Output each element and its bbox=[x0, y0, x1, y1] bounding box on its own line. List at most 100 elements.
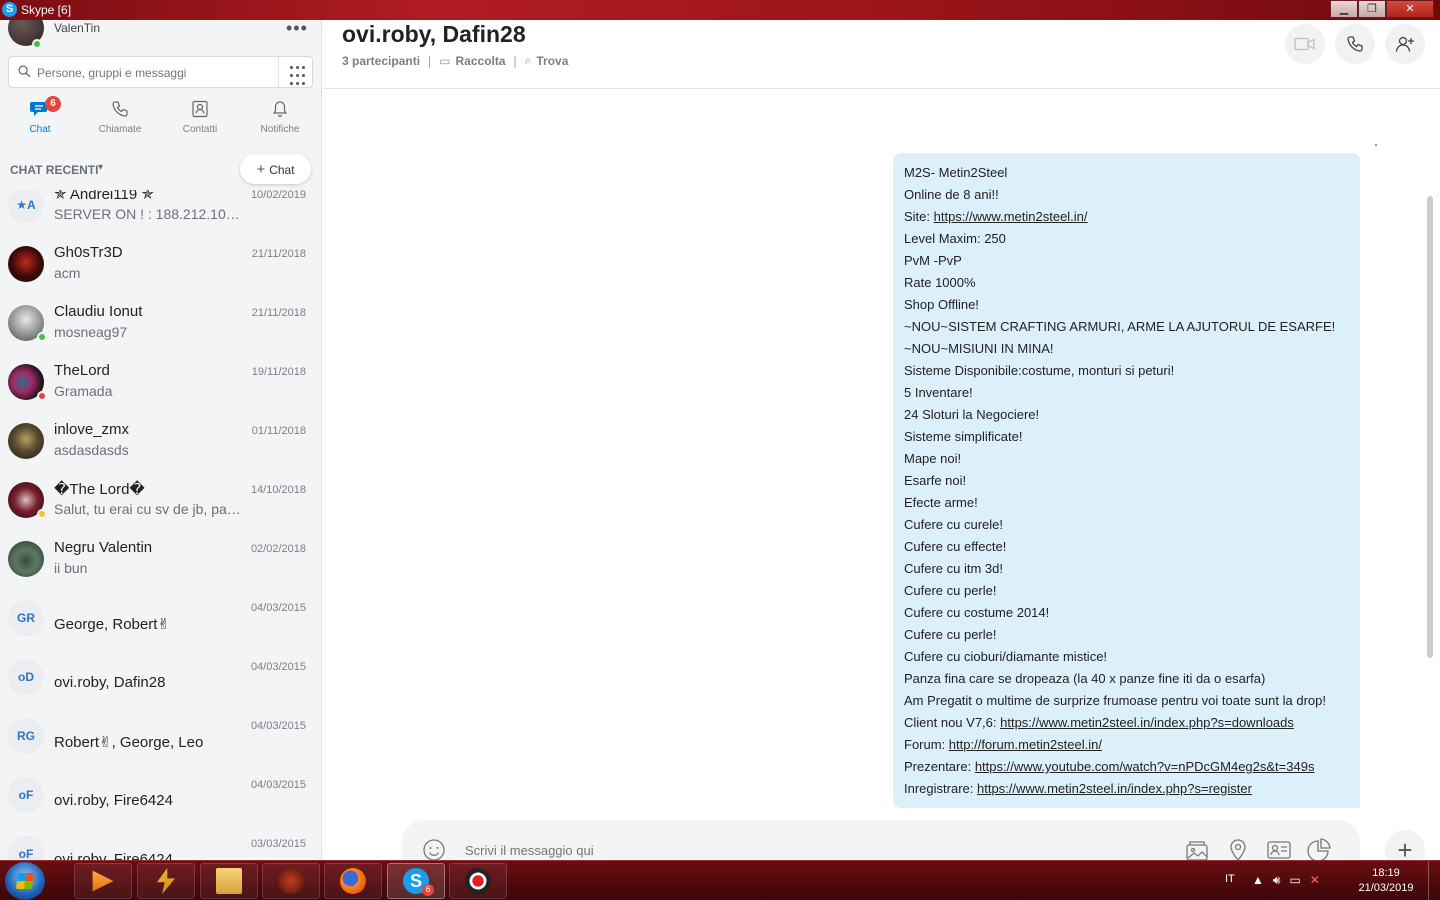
chat-list-item[interactable]: oF ovi.roby, Fire6424 03/03/2015 bbox=[0, 824, 321, 860]
chat-preview: Salut, tu erai cu sv de jb, pana la 100? bbox=[54, 501, 244, 517]
taskbar-winamp[interactable] bbox=[137, 863, 195, 899]
show-desktop-button[interactable] bbox=[1428, 861, 1440, 900]
trailer-label: Prezentare: bbox=[904, 759, 975, 774]
dialpad-icon[interactable] bbox=[278, 57, 312, 87]
gallery-link[interactable]: Raccolta bbox=[456, 54, 506, 68]
recent-chats-label[interactable]: CHAT RECENTI bbox=[10, 163, 98, 177]
profile-name[interactable]: ValenTin bbox=[54, 21, 100, 35]
volume-icon[interactable]: 🔊︎ bbox=[1273, 873, 1281, 888]
plus-icon: + bbox=[256, 160, 266, 178]
tab-notifications-label: Notifiche bbox=[260, 124, 300, 135]
message-input[interactable] bbox=[465, 840, 1065, 860]
media-gallery-icon[interactable] bbox=[1184, 838, 1210, 862]
new-chat-button[interactable]: + Chat bbox=[240, 154, 311, 184]
client-download-link[interactable]: https://www.metin2steel.in/index.php?s=d… bbox=[1000, 715, 1294, 730]
chat-name: ovi.roby, Fire6424 bbox=[54, 851, 173, 860]
message-line: Site: https://www.metin2steel.in/ bbox=[904, 206, 1349, 228]
start-button[interactable] bbox=[5, 862, 45, 900]
tab-calls[interactable]: Chiamate bbox=[80, 98, 160, 142]
conversation-title[interactable]: ovi.roby, Dafin28 bbox=[342, 21, 526, 48]
location-pin-icon[interactable] bbox=[1228, 838, 1248, 862]
message-line: Mape noi! bbox=[904, 451, 962, 466]
monitor-icon[interactable]: ▭ bbox=[1289, 873, 1300, 888]
message-line: Esarfe noi! bbox=[904, 473, 967, 488]
avatar bbox=[8, 305, 47, 342]
chat-preview: SERVER ON ! : 188.212.100.146 bbox=[54, 206, 244, 222]
more-options-icon[interactable]: ••• bbox=[286, 20, 308, 39]
message-bubble[interactable]: M2S- Metin2Steel Online de 8 ani!! Site:… bbox=[893, 153, 1360, 808]
add-participant-button[interactable] bbox=[1385, 24, 1425, 64]
site-link[interactable]: https://www.metin2steel.in/ bbox=[934, 209, 1088, 224]
chat-list-item[interactable]: oD ovi.roby, Dafin28 04/03/2015 bbox=[0, 647, 321, 706]
message-line: 24 Sloturi la Negociere! bbox=[904, 407, 1040, 422]
separator: | bbox=[513, 53, 517, 68]
chat-name: TheLord bbox=[54, 362, 110, 379]
taskbar-file-explorer[interactable] bbox=[200, 863, 258, 899]
tab-contacts[interactable]: Contatti bbox=[160, 98, 240, 142]
site-label: Site: bbox=[904, 209, 934, 224]
contact-card-icon[interactable] bbox=[1266, 838, 1292, 862]
video-call-button[interactable] bbox=[1285, 24, 1325, 64]
chat-name: ovi.roby, Fire6424 bbox=[54, 792, 173, 809]
minimize-button[interactable]: ▁ bbox=[1330, 0, 1358, 18]
chat-list-item[interactable]: Claudiu Ionut mosneag97 21/11/2018 bbox=[0, 293, 321, 352]
network-warning-icon[interactable]: ✕ bbox=[1310, 873, 1320, 888]
search-input[interactable] bbox=[37, 63, 277, 83]
avatar: oF bbox=[8, 836, 44, 860]
chat-name: Robert✌, George, Leo bbox=[54, 734, 204, 751]
chat-list-item[interactable]: GR George, Robert✌ 04/03/2015 bbox=[0, 588, 321, 647]
taskbar-media-player[interactable] bbox=[74, 863, 132, 899]
chat-list-item[interactable]: TheLord Gramada 19/11/2018 bbox=[0, 352, 321, 411]
message-line: Cufere cu costume 2014! bbox=[904, 605, 1050, 620]
search-icon bbox=[18, 65, 31, 78]
sidebar: ValenTin ••• 6 Chat bbox=[0, 20, 322, 860]
client-label: Client nou V7,6: bbox=[904, 715, 1001, 730]
chat-list-item[interactable]: ★A ✯ Andrei119 ✯ SERVER ON ! : 188.212.1… bbox=[0, 190, 321, 234]
lightning-app-icon bbox=[156, 868, 176, 894]
chat-list-item[interactable]: Gh0sTr3D acm 21/11/2018 bbox=[0, 234, 321, 293]
message-line: Cufere cu perle! bbox=[904, 627, 997, 642]
chevron-down-icon[interactable]: ▾ bbox=[98, 162, 103, 173]
taskbar-metin2[interactable] bbox=[262, 863, 320, 899]
poll-icon[interactable] bbox=[1306, 838, 1332, 862]
message-line: 5 Inventare! bbox=[904, 385, 973, 400]
chat-date: 04/03/2015 bbox=[250, 720, 306, 732]
message-line: Level Maxim: 250 bbox=[904, 231, 1006, 246]
audio-call-button[interactable] bbox=[1335, 24, 1375, 64]
header-divider bbox=[323, 88, 1440, 89]
trailer-link[interactable]: https://www.youtube.com/watch?v=nPDcGM4e… bbox=[975, 759, 1315, 774]
chat-list-item[interactable]: RG Robert✌, George, Leo 04/03/2015 bbox=[0, 706, 321, 765]
forum-link[interactable]: http://forum.metin2steel.in/ bbox=[949, 737, 1102, 752]
chat-list-item[interactable]: oF ovi.roby, Fire6424 04/03/2015 bbox=[0, 765, 321, 824]
chat-list-item[interactable]: �The Lord� Salut, tu erai cu sv de jb, p… bbox=[0, 470, 321, 529]
chat-date: 21/11/2018 bbox=[251, 307, 306, 319]
tab-notifications[interactable]: Notifiche bbox=[240, 98, 320, 142]
show-hidden-icons-icon[interactable]: ▲ bbox=[1252, 873, 1264, 888]
clock-date: 21/03/2019 bbox=[1358, 882, 1414, 894]
chat-date: 10/02/2019 bbox=[250, 190, 306, 201]
close-button[interactable]: ✕ bbox=[1386, 0, 1434, 18]
message-line: Cufere cu cioburi/diamante mistice! bbox=[904, 649, 1108, 664]
taskbar-firefox[interactable] bbox=[324, 863, 382, 899]
input-language[interactable]: IT bbox=[1225, 873, 1235, 885]
conversation-scrollbar[interactable] bbox=[1427, 196, 1433, 658]
avatar: RG bbox=[8, 718, 44, 754]
register-link[interactable]: https://www.metin2steel.in/index.php?s=r… bbox=[977, 781, 1252, 796]
message-line: Inregistrare: https://www.metin2steel.in… bbox=[904, 778, 1349, 800]
gallery-icon: ▭ bbox=[439, 53, 451, 68]
taskbar-recorder[interactable] bbox=[449, 863, 507, 899]
maximize-button[interactable]: ❐ bbox=[1358, 0, 1386, 18]
chat-list-item[interactable]: Negru Valentin ii bun 02/02/2018 bbox=[0, 529, 321, 588]
skype-taskbar-badge: 6 bbox=[422, 884, 434, 896]
system-clock[interactable]: 18:19 21/03/2019 bbox=[1350, 866, 1422, 896]
tab-chat[interactable]: 6 Chat bbox=[0, 96, 80, 142]
message-line: Online de 8 ani!! bbox=[904, 187, 999, 202]
chat-list-item[interactable]: inlove_zmx asdasdasds 01/11/2018 bbox=[0, 411, 321, 470]
taskbar-skype[interactable]: S 6 bbox=[387, 863, 445, 899]
emoji-icon[interactable] bbox=[422, 838, 446, 862]
chat-date: 21/11/2018 bbox=[251, 248, 306, 260]
profile-avatar[interactable] bbox=[8, 20, 44, 49]
participants-link[interactable]: 3 partecipanti bbox=[342, 54, 420, 68]
message-line: Prezentare: https://www.youtube.com/watc… bbox=[904, 756, 1349, 778]
find-link[interactable]: Trova bbox=[536, 54, 568, 68]
